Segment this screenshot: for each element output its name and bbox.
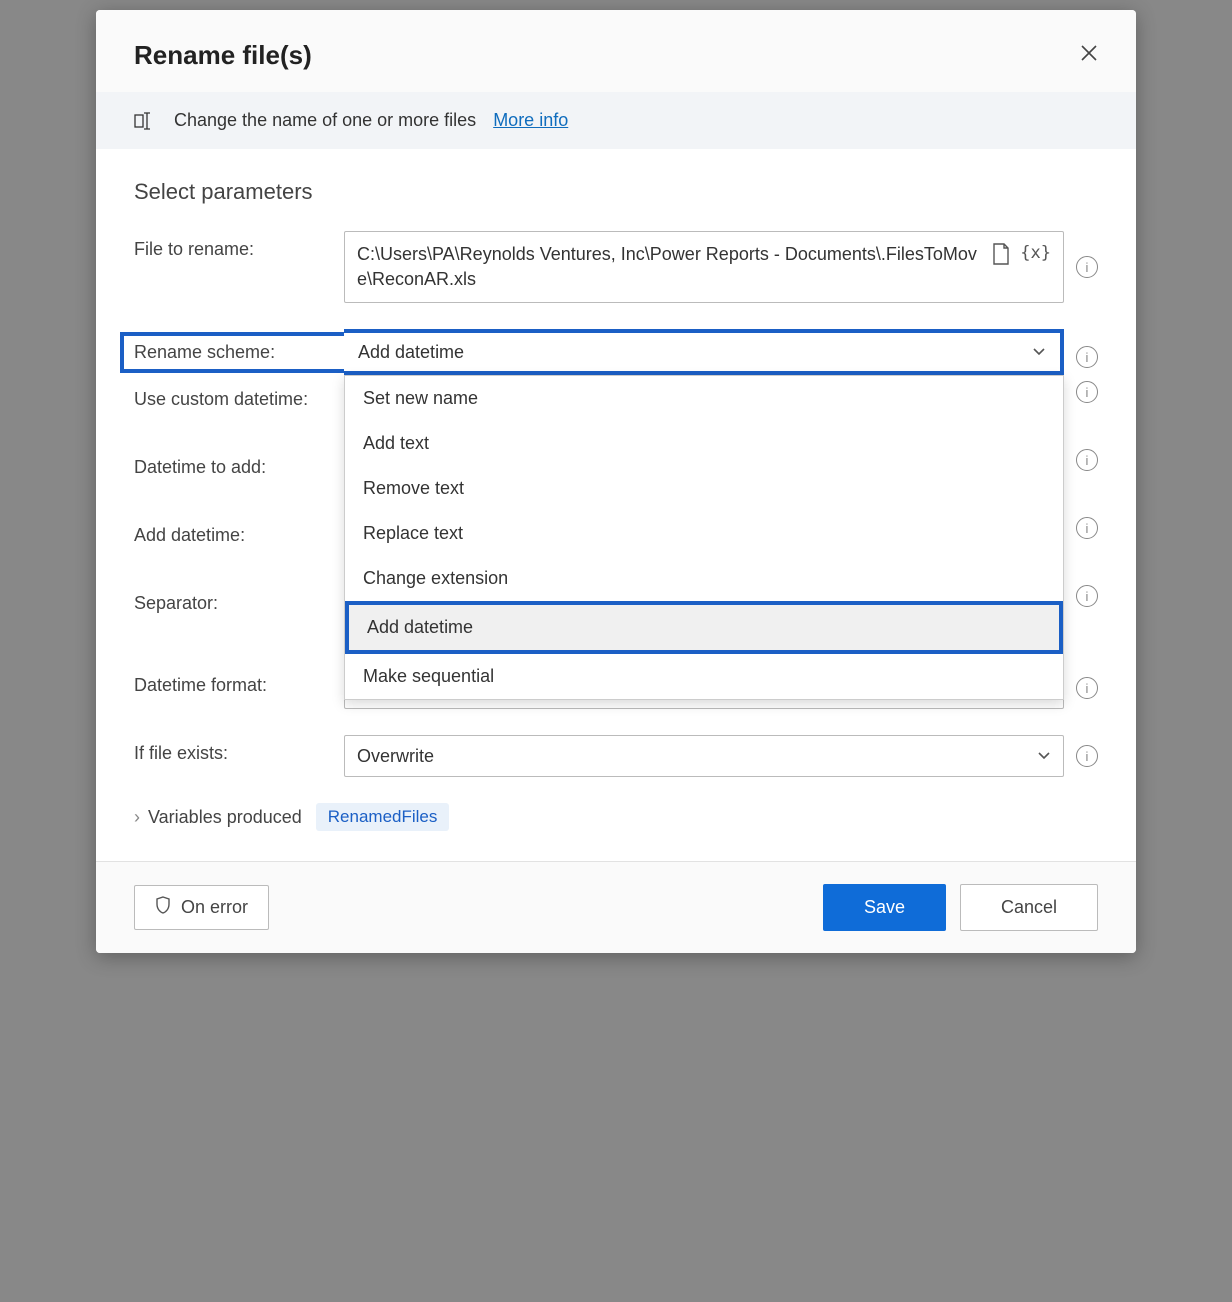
more-info-link[interactable]: More info (493, 110, 568, 131)
description-text: Change the name of one or more files (174, 110, 476, 131)
label-variables-produced: Variables produced (148, 807, 302, 828)
cancel-button[interactable]: Cancel (960, 884, 1098, 931)
label-datetime-to-add: Datetime to add: (134, 449, 344, 478)
label-file-to-rename: File to rename: (134, 231, 344, 260)
row-file-to-rename: File to rename: C:\Users\PA\Reynolds Ven… (134, 231, 1098, 303)
dropdown-item-add-datetime[interactable]: Add datetime (345, 601, 1063, 654)
dropdown-item-replace-text[interactable]: Replace text (345, 511, 1063, 556)
info-icon[interactable]: i (1076, 346, 1098, 368)
dialog-header: Rename file(s) (96, 10, 1136, 92)
chevron-down-icon (1037, 748, 1051, 764)
info-icon[interactable]: i (1076, 517, 1098, 539)
row-variables-produced[interactable]: › Variables produced RenamedFiles (134, 803, 1098, 831)
save-button[interactable]: Save (823, 884, 946, 931)
label-datetime-format: Datetime format: (134, 667, 344, 696)
input-file-to-rename[interactable]: C:\Users\PA\Reynolds Ventures, Inc\Power… (344, 231, 1064, 303)
dropdown-item-make-sequential[interactable]: Make sequential (345, 654, 1063, 699)
info-icon[interactable]: i (1076, 585, 1098, 607)
label-if-file-exists: If file exists: (134, 735, 344, 764)
on-error-label: On error (181, 897, 248, 918)
rename-icon (134, 112, 160, 130)
chevron-right-icon: › (134, 807, 140, 828)
description-bar: Change the name of one or more files Mor… (96, 92, 1136, 149)
info-icon[interactable]: i (1076, 745, 1098, 767)
section-title: Select parameters (134, 179, 1098, 205)
dropdown-rename-scheme[interactable]: Add datetime (344, 329, 1064, 375)
info-icon[interactable]: i (1076, 256, 1098, 278)
label-rename-scheme: Rename scheme: (120, 332, 344, 373)
dropdown-list-rename-scheme: Set new name Add text Remove text Replac… (344, 375, 1064, 700)
close-icon (1080, 44, 1098, 62)
dropdown-item-change-extension[interactable]: Change extension (345, 556, 1063, 601)
variable-pill-renamedfiles[interactable]: RenamedFiles (316, 803, 450, 831)
info-icon[interactable]: i (1076, 449, 1098, 471)
dialog-title: Rename file(s) (134, 40, 312, 71)
dropdown-item-set-new-name[interactable]: Set new name (345, 376, 1063, 421)
dropdown-rename-scheme-value: Add datetime (358, 342, 464, 363)
input-file-to-rename-value: C:\Users\PA\Reynolds Ventures, Inc\Power… (357, 242, 982, 292)
dialog-footer: On error Save Cancel (96, 861, 1136, 953)
dropdown-if-file-exists[interactable]: Overwrite (344, 735, 1064, 777)
dropdown-if-file-exists-value: Overwrite (357, 746, 1037, 767)
chevron-down-icon (1032, 344, 1046, 360)
label-separator: Separator: (134, 585, 344, 614)
info-icon[interactable]: i (1076, 381, 1098, 403)
info-icon[interactable]: i (1076, 677, 1098, 699)
on-error-button[interactable]: On error (134, 885, 269, 930)
file-picker-icon[interactable] (992, 243, 1010, 265)
close-button[interactable] (1072, 38, 1106, 72)
shield-icon (155, 896, 171, 919)
label-use-custom-datetime: Use custom datetime: (134, 381, 344, 410)
variable-picker-icon[interactable]: {x} (1020, 242, 1051, 266)
label-add-datetime: Add datetime: (134, 517, 344, 546)
row-rename-scheme: Rename scheme: Add datetime Set new name… (134, 329, 1098, 375)
rename-files-dialog: Rename file(s) Change the name of one or… (96, 10, 1136, 953)
dialog-body: Select parameters File to rename: C:\Use… (96, 149, 1136, 861)
dropdown-item-remove-text[interactable]: Remove text (345, 466, 1063, 511)
row-if-file-exists: If file exists: Overwrite i (134, 735, 1098, 777)
dropdown-item-add-text[interactable]: Add text (345, 421, 1063, 466)
